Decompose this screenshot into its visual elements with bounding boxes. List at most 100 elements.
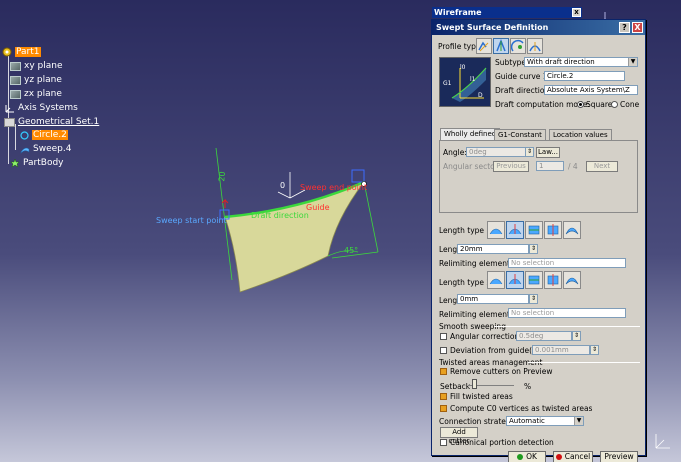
square-radio[interactable] bbox=[577, 101, 584, 108]
angular-correction-label: Angular correction: bbox=[450, 332, 522, 341]
law-button[interactable]: Law... bbox=[536, 147, 560, 158]
tree-label-geometrical-set: Geometrical Set.1 bbox=[18, 117, 100, 127]
cone-radio[interactable] bbox=[611, 101, 618, 108]
deviation-field[interactable]: 0.001mm bbox=[532, 345, 590, 355]
length-type-2-along-surface-button[interactable] bbox=[563, 271, 581, 289]
subtype-value: With draft direction bbox=[527, 58, 595, 66]
from-extremum-icon bbox=[547, 224, 559, 236]
sweep-start-label: Sweep start point bbox=[156, 216, 227, 225]
previous-button[interactable]: Previous bbox=[493, 161, 529, 172]
angular-sector-label: Angular sector: bbox=[443, 162, 501, 171]
canonical-checkbox[interactable] bbox=[440, 439, 447, 446]
length-1-field[interactable]: 20mm bbox=[457, 244, 529, 254]
angular-correction-spinner[interactable]: ⇕ bbox=[572, 331, 581, 341]
tree-label-partbody: PartBody bbox=[23, 158, 64, 168]
add-cutter-button[interactable]: Add cutter bbox=[440, 427, 478, 445]
compute-c0-checkbox[interactable] bbox=[440, 405, 447, 412]
profile-line-button[interactable] bbox=[493, 38, 509, 54]
length-type-2-label: Length type 2: bbox=[439, 278, 494, 287]
draft-direction-field[interactable]: Absolute Axis System\Z bbox=[544, 85, 638, 95]
next-button[interactable]: Next bbox=[586, 161, 618, 172]
subtype-select[interactable]: With draft direction ▼ bbox=[524, 57, 638, 67]
chevron-down-icon[interactable]: ▼ bbox=[574, 417, 583, 425]
length-type-1-standard-button[interactable] bbox=[506, 221, 524, 239]
cancel-button[interactable]: Cancel bbox=[553, 451, 593, 462]
length-type-2-standard-button[interactable] bbox=[506, 271, 524, 289]
wireframe-toolbar-title: Wireframe bbox=[434, 8, 482, 17]
tree-item-yz-plane[interactable]: yz plane bbox=[10, 75, 62, 85]
length-type-2-from-curve-button[interactable] bbox=[487, 271, 505, 289]
connection-strategy-select[interactable]: Automatic ▼ bbox=[506, 416, 584, 426]
length-type-1-label: Length type 1: bbox=[439, 226, 494, 235]
twisted-areas-heading: Twisted areas management bbox=[439, 358, 543, 367]
chevron-down-icon[interactable]: ▼ bbox=[628, 58, 637, 66]
dialog-title: Swept Surface Definition bbox=[436, 23, 549, 32]
cancel-label: Cancel bbox=[564, 452, 591, 461]
relimiting-1-field[interactable]: No selection bbox=[508, 258, 626, 268]
tab-location-values[interactable]: Location values bbox=[549, 129, 612, 140]
length-type-1-from-to-button[interactable] bbox=[525, 221, 543, 239]
angle-value-label: 45° bbox=[344, 246, 359, 255]
from-curve-icon bbox=[489, 278, 503, 285]
view-axis-icon bbox=[655, 434, 670, 449]
tree-item-circle[interactable]: Circle.2 bbox=[20, 130, 68, 140]
profile-circle-button[interactable] bbox=[510, 38, 526, 54]
along-surface-icon bbox=[565, 277, 579, 285]
dialog-title-bar[interactable]: Swept Surface Definition ? X bbox=[432, 20, 645, 35]
tree-item-xy-plane[interactable]: xy plane bbox=[10, 61, 62, 71]
standard-length-icon bbox=[508, 274, 522, 285]
angular-sector-field[interactable]: 1 bbox=[536, 161, 564, 171]
draft-computation-label: Draft computation mode: bbox=[495, 100, 590, 109]
partbody-icon bbox=[10, 157, 20, 168]
tree-item-zx-plane[interactable]: zx plane bbox=[10, 89, 62, 99]
square-label: Square bbox=[586, 100, 613, 109]
tree-item-part[interactable]: Part1 bbox=[2, 47, 41, 57]
guide-label: Guide bbox=[306, 203, 330, 212]
length-2-spinner[interactable]: ⇕ bbox=[529, 294, 538, 304]
relimiting-2-field[interactable]: No selection bbox=[508, 308, 626, 318]
tree-label-part: Part1 bbox=[15, 47, 41, 57]
fill-twisted-checkbox[interactable] bbox=[440, 393, 447, 400]
preview-button[interactable]: Preview bbox=[600, 451, 638, 462]
angular-correction-field[interactable]: 0.5deg bbox=[516, 331, 572, 341]
length-type-1-along-surface-button[interactable] bbox=[563, 221, 581, 239]
profile-conic-button[interactable] bbox=[527, 38, 543, 54]
cancel-dot-icon bbox=[555, 454, 562, 460]
wireframe-toolbar[interactable]: Wireframe x bbox=[432, 7, 582, 18]
tree-item-axis-systems[interactable]: Axis Systems bbox=[4, 103, 78, 113]
draft-line bbox=[363, 181, 379, 253]
angle-label: Angle: bbox=[443, 148, 467, 157]
tab-wholly-defined[interactable]: Wholly defined bbox=[440, 128, 501, 140]
length-1-spinner[interactable]: ⇕ bbox=[529, 244, 538, 254]
line-profile-icon bbox=[496, 38, 506, 52]
profile-explicit-button[interactable] bbox=[476, 38, 492, 54]
ok-button[interactable]: OK bbox=[508, 451, 546, 462]
length-2-field[interactable]: 0mm bbox=[457, 294, 529, 304]
wireframe-close-button[interactable]: x bbox=[572, 8, 581, 17]
length-type-2-from-extremum-button[interactable] bbox=[544, 271, 562, 289]
remove-cutters-checkbox[interactable] bbox=[440, 368, 447, 375]
deviation-spinner[interactable]: ⇕ bbox=[590, 345, 599, 355]
swept-surface[interactable] bbox=[224, 181, 366, 293]
setback-slider-thumb[interactable] bbox=[472, 379, 477, 389]
tree-item-partbody[interactable]: PartBody bbox=[10, 157, 64, 168]
length-type-1-from-curve-button[interactable] bbox=[487, 221, 505, 239]
axis-system-icon bbox=[4, 104, 15, 113]
guide-curve-field[interactable]: Circle.2 bbox=[544, 71, 625, 81]
cone-label: Cone bbox=[620, 100, 640, 109]
swept-surface-dialog: Swept Surface Definition ? X Profile typ… bbox=[431, 19, 646, 462]
angle-spinner[interactable]: ⇕ bbox=[525, 147, 534, 157]
length-type-2-from-to-button[interactable] bbox=[525, 271, 543, 289]
part-gear-icon bbox=[2, 47, 12, 57]
end-point-manipulator[interactable] bbox=[351, 169, 365, 183]
angular-correction-checkbox[interactable] bbox=[440, 333, 447, 340]
length-type-1-from-extremum-button[interactable] bbox=[544, 221, 562, 239]
tree-item-sweep[interactable]: Sweep.4 bbox=[20, 144, 71, 154]
help-button[interactable]: ? bbox=[619, 22, 630, 33]
circle-profile-icon bbox=[510, 39, 524, 52]
deviation-checkbox[interactable] bbox=[440, 347, 447, 354]
tab-g1-constant[interactable]: G1-Constant bbox=[494, 129, 546, 140]
angle-field[interactable]: 0deg bbox=[466, 147, 526, 157]
tree-item-geometrical-set[interactable]: Geometrical Set.1 bbox=[4, 117, 99, 127]
dialog-close-button[interactable]: X bbox=[632, 22, 643, 33]
